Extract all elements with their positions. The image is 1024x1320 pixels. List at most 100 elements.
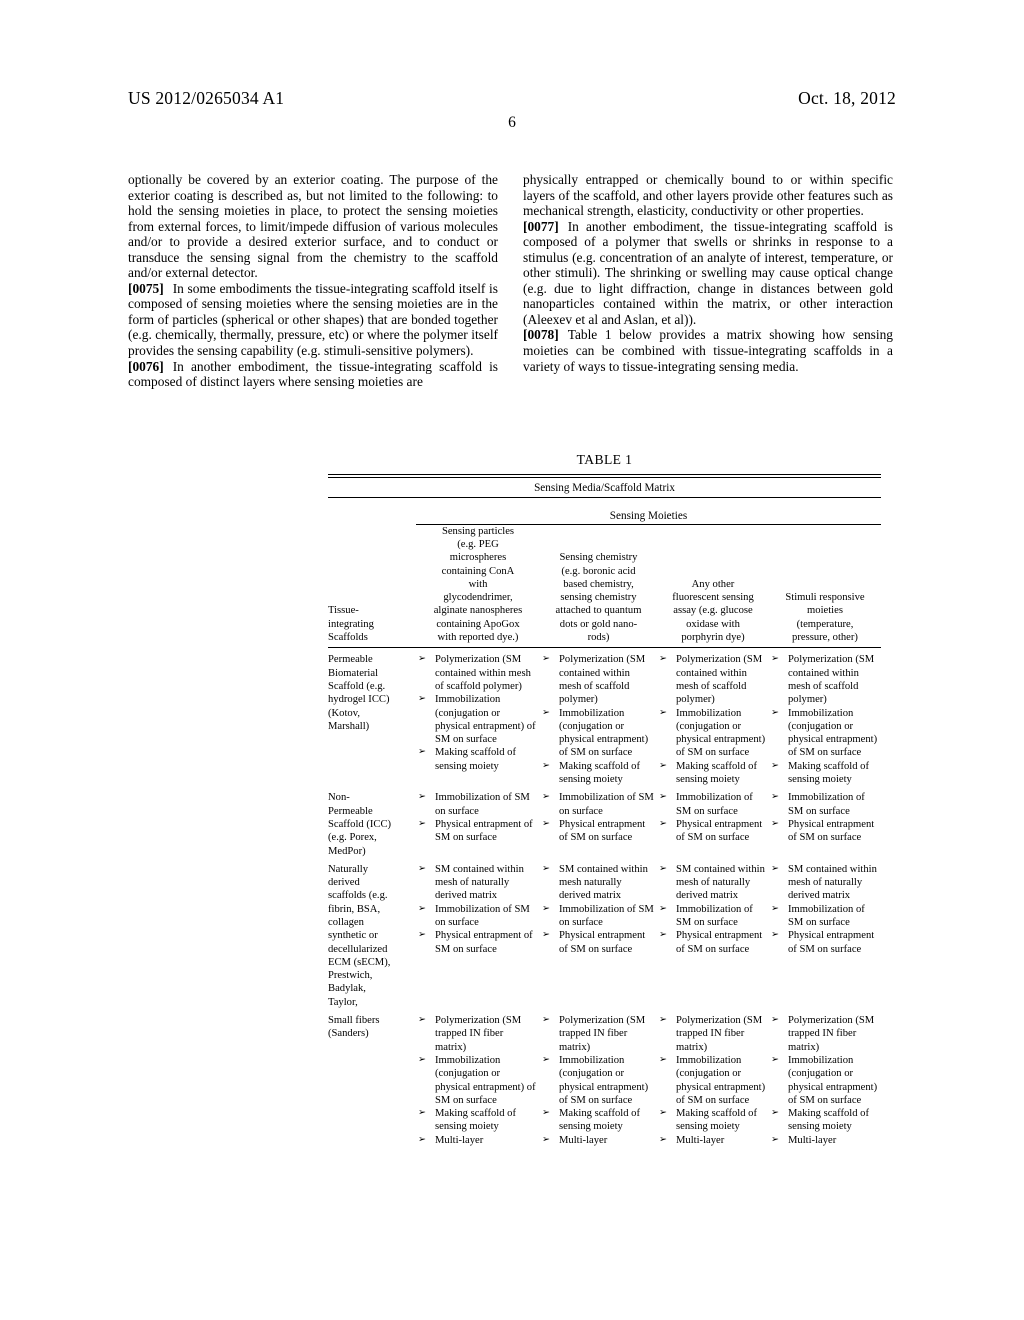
method-list: ➢ Polymerization (SM contained within mes… — [657, 653, 766, 786]
matrix-cell: ➢ SM contained within mesh of naturally d… — [416, 858, 540, 1009]
method-list: ➢ Immobilization of SM on surface ➢ Physica… — [769, 791, 878, 844]
arrow-bullet-icon: ➢ — [418, 903, 426, 914]
column-header-fluorescent-assay: Any other fluorescent sensing assay (e.g. … — [657, 524, 769, 649]
method-text: Making scaffold of sensing moiety — [788, 760, 870, 786]
method-text: Immobilization (conjugation or physical … — [788, 707, 878, 759]
sub-banner-wrap: Sensing Moieties — [328, 498, 881, 525]
method-list: ➢ Immobilization of SM on surface ➢ Physica… — [416, 791, 537, 844]
arrow-bullet-icon: ➢ — [771, 903, 779, 914]
method-list-item: ➢ Physical entrapment of SM on surface — [657, 929, 766, 956]
arrow-bullet-icon: ➢ — [659, 863, 667, 874]
method-list-item: ➢ Polymerization (SM trapped IN fiber mat… — [657, 1014, 766, 1054]
arrow-bullet-icon: ➢ — [418, 1134, 426, 1145]
column-header-sensing-chemistry: Sensing chemistry (e.g. boronic acid based… — [540, 524, 657, 649]
arrow-bullet-icon: ➢ — [659, 760, 667, 771]
scaffold-line: Scaffold (e.g. — [328, 680, 386, 692]
paragraph-text: In another embodiment, the tissue-integr… — [523, 218, 893, 327]
method-text: Multi-layer — [435, 1134, 484, 1146]
arrow-bullet-icon: ➢ — [771, 863, 779, 874]
method-list-item: ➢ Polymerization (SM contained within mes… — [416, 653, 537, 693]
arrow-bullet-icon: ➢ — [542, 707, 550, 718]
paragraph-0076: [0076] In another embodiment, the tissue-… — [128, 359, 498, 390]
table-row: Naturally derived scaffolds (e.g. fibrin, B… — [328, 858, 881, 1009]
header-line: Any other — [691, 578, 735, 590]
paragraph-number: [0076] — [128, 358, 164, 374]
header-line: alginate nanospheres — [433, 605, 523, 617]
scaffold-line: Permeable — [328, 654, 373, 666]
arrow-bullet-icon: ➢ — [542, 863, 550, 874]
method-list-item: ➢ SM contained within mesh naturally deri… — [540, 863, 654, 903]
method-list-item: ➢ Multi-layer — [416, 1134, 537, 1147]
sub-banner: Sensing Moieties — [416, 506, 881, 525]
left-column: optionally be covered by an exterior coa… — [128, 172, 498, 390]
method-list-item: ➢ Immobilization of SM on surface — [540, 903, 654, 930]
arrow-bullet-icon: ➢ — [771, 707, 779, 718]
method-list: ➢ Polymerization (SM trapped IN fiber mat… — [769, 1014, 878, 1147]
method-list: ➢ SM contained within mesh naturally deri… — [540, 863, 654, 956]
matrix-table: Tissue-integrating Scaffolds Sensing part… — [328, 524, 881, 1147]
paragraph-text: physically entrapped or chemically bound… — [523, 172, 893, 219]
arrow-bullet-icon: ➢ — [659, 792, 667, 803]
arrow-bullet-icon: ➢ — [418, 654, 426, 665]
method-text: Multi-layer — [788, 1134, 837, 1146]
matrix-cell: ➢ SM contained within mesh of naturally d… — [657, 858, 769, 1009]
patent-page: US 2012/0265034 A1 Oct. 18, 2012 6 optio… — [0, 0, 1024, 1320]
method-list-item: ➢ Immobilization (conjugation or physical… — [657, 707, 766, 760]
matrix-cell: ➢ Polymerization (SM contained within mes… — [540, 648, 657, 786]
table-row: Permeable Biomaterial Scaffold (e.g. hydrog… — [328, 648, 881, 786]
arrow-bullet-icon: ➢ — [418, 930, 426, 941]
header-line: (temperature, — [796, 618, 854, 630]
scaffold-name: Permeable Biomaterial Scaffold (e.g. hydrog… — [328, 653, 410, 733]
header-line: Tissue- — [328, 605, 359, 617]
method-list-item: ➢ Physical entrapment of SM on surface — [769, 818, 878, 845]
header-line: sensing chemistry — [560, 592, 637, 604]
method-list-item: ➢ Making scaffold of sensing moiety — [416, 1107, 537, 1134]
method-list-item: ➢ Making scaffold of sensing moiety — [657, 1107, 766, 1134]
method-text: Immobilization (conjugation or physical … — [676, 1054, 766, 1106]
method-text: Immobilization of SM on surface — [788, 903, 865, 928]
method-text: Polymerization (SM contained within mesh… — [676, 654, 763, 706]
table-banner: Sensing Media/Scaffold Matrix — [534, 482, 675, 495]
method-list-item: ➢ Immobilization (conjugation or physical… — [540, 1054, 654, 1107]
header-line: containing ConA — [441, 565, 515, 577]
paragraph-number: [0078] — [523, 327, 559, 343]
scaffold-line: (Kotov, — [328, 707, 360, 719]
method-text: Immobilization (conjugation or physical … — [676, 707, 766, 759]
method-text: Making scaffold of sensing moiety — [676, 760, 758, 786]
method-list-item: ➢ Physical entrapment of SM on surface — [657, 818, 766, 845]
paragraph-text: optionally be covered by an exterior coa… — [128, 172, 498, 281]
method-text: Physical entrapment of SM on surface — [676, 818, 763, 844]
arrow-bullet-icon: ➢ — [771, 930, 779, 941]
method-list-item: ➢ Physical entrapment of SM on surface — [769, 929, 878, 956]
method-list-item: ➢ Making scaffold of sensing moiety — [416, 746, 537, 773]
sub-banner-label: Sensing Moieties — [609, 509, 688, 522]
header-line: with reported dye.) — [437, 632, 519, 644]
scaffold-line: (Sanders) — [328, 1028, 369, 1040]
method-list: ➢ Polymerization (SM trapped IN fiber mat… — [657, 1014, 766, 1147]
method-list-item: ➢ Immobilization of SM on surface — [416, 903, 537, 930]
method-text: Immobilization (conjugation or physical … — [788, 1054, 878, 1106]
arrow-bullet-icon: ➢ — [418, 747, 426, 758]
paragraph-continuation: optionally be covered by an exterior coa… — [128, 172, 498, 281]
method-list-item: ➢ Multi-layer — [769, 1134, 878, 1147]
header-line: rods) — [587, 632, 610, 644]
header-line: pressure, other) — [792, 632, 858, 644]
header-line: (e.g. boronic acid — [561, 565, 636, 577]
arrow-bullet-icon: ➢ — [418, 694, 426, 705]
method-list-item: ➢ Polymerization (SM trapped IN fiber mat… — [416, 1014, 537, 1054]
scaffold-cell: Non- Permeable Scaffold (ICC) (e.g. Porex, M… — [328, 786, 416, 857]
method-text: Making scaffold of sensing moiety — [435, 747, 517, 772]
method-list: ➢ Polymerization (SM trapped IN fiber mat… — [540, 1014, 654, 1147]
scaffold-line: (e.g. Porex, — [328, 832, 377, 844]
scaffold-line: decellularized — [328, 943, 388, 955]
method-text: Polymerization (SM trapped IN fiber matr… — [676, 1015, 763, 1053]
method-list-item: ➢ Multi-layer — [657, 1134, 766, 1147]
scaffold-line: fibrin, BSA, — [328, 903, 381, 915]
column-header-sensing-particles: Sensing particles (e.g. PEG microspheres co… — [416, 524, 540, 649]
method-text: Immobilization (conjugation or physical … — [435, 1054, 536, 1106]
method-text: Immobilization of SM on surface — [676, 792, 753, 817]
arrow-bullet-icon: ➢ — [418, 792, 426, 803]
method-list-item: ➢ Making scaffold of sensing moiety — [769, 760, 878, 787]
scaffold-line: Naturally — [328, 863, 369, 875]
paragraph-number: [0077] — [523, 218, 559, 234]
